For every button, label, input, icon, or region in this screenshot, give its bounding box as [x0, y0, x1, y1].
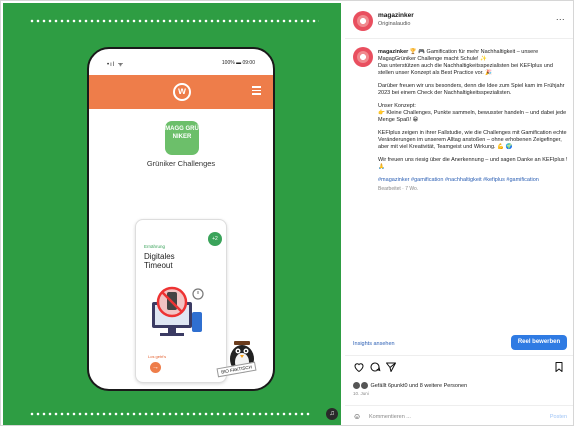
app-title: Grüniker Challenges: [146, 159, 216, 168]
hamburger-menu-icon: [252, 86, 261, 97]
app-logo-icon: w: [173, 83, 191, 101]
caption-username[interactable]: magazinker: [378, 49, 408, 55]
battery-clock: 100% ▬ 09:00: [221, 60, 255, 66]
signal-icon: •ıl ᯤ: [107, 62, 125, 68]
app-bar: w: [89, 75, 273, 109]
points-badge: +2: [208, 232, 222, 246]
post-header: magazinker Originalaudio ...: [345, 3, 573, 39]
share-icon[interactable]: [385, 361, 397, 373]
challenge-category: Ernährung: [144, 244, 166, 249]
caption-text: magazinker 🏆 🎮 Gamification für mehr Nac…: [378, 49, 568, 192]
action-bar: [353, 361, 565, 375]
comment-bar: ☺ Kommentieren ... Posten: [345, 405, 573, 425]
hashtags[interactable]: #magazinker #gamification #nachhaltigkei…: [378, 177, 568, 184]
comment-icon[interactable]: [369, 361, 381, 373]
liker-avatar: [353, 382, 360, 389]
bookmark-icon[interactable]: [553, 361, 565, 373]
liker-avatar: [361, 382, 368, 389]
heart-icon[interactable]: [353, 361, 365, 373]
challenge-card: +2 Ernährung Digitales Timeout Los geht'…: [135, 219, 227, 383]
caption-meta: Bearbeitet · 7 Wo.: [378, 186, 419, 192]
post-date: 10. Juni: [353, 391, 369, 396]
divider: [345, 355, 573, 356]
more-options-icon[interactable]: ...: [556, 12, 565, 22]
post-viewer: ♫ •ıl ᯤ 100% ▬ 09:00 w MAGG GRÜ NIKER Gr…: [0, 0, 574, 426]
post-caption: magazinker 🏆 🎮 Gamification für mehr Nac…: [345, 47, 573, 247]
comment-input[interactable]: Kommentieren ...: [369, 414, 411, 420]
no-phone-illustration-icon: [152, 286, 204, 336]
likes-summary[interactable]: Gefällt 6punkt0 und 8 weitere Personen: [353, 382, 467, 389]
brand-logo: MAGG GRÜ NIKER: [165, 121, 199, 155]
avatar[interactable]: [353, 47, 373, 67]
challenge-title: Digitales Timeout: [144, 252, 175, 270]
decorative-dots-top: [29, 19, 319, 23]
post-sidebar: magazinker Originalaudio ... magazinker …: [345, 3, 573, 425]
avatar[interactable]: [353, 11, 373, 31]
username-link[interactable]: magazinker: [378, 12, 414, 19]
audio-subtitle[interactable]: Originalaudio: [378, 21, 410, 27]
audio-icon[interactable]: ♫: [326, 408, 338, 420]
emoji-icon[interactable]: ☺: [353, 412, 361, 421]
insights-link[interactable]: Insights ansehen: [353, 341, 395, 347]
go-label: Los geht's: [148, 354, 167, 359]
post-media[interactable]: ♫ •ıl ᯤ 100% ▬ 09:00 w MAGG GRÜ NIKER Gr…: [3, 3, 341, 425]
phone-status-bar: •ıl ᯤ 100% ▬ 09:00: [89, 49, 273, 71]
post-comment-button[interactable]: Posten: [550, 414, 567, 420]
decorative-dots-bottom: [29, 412, 311, 416]
arrow-right-icon: →: [150, 362, 161, 373]
boost-reel-button[interactable]: Reel bewerben: [511, 335, 567, 350]
